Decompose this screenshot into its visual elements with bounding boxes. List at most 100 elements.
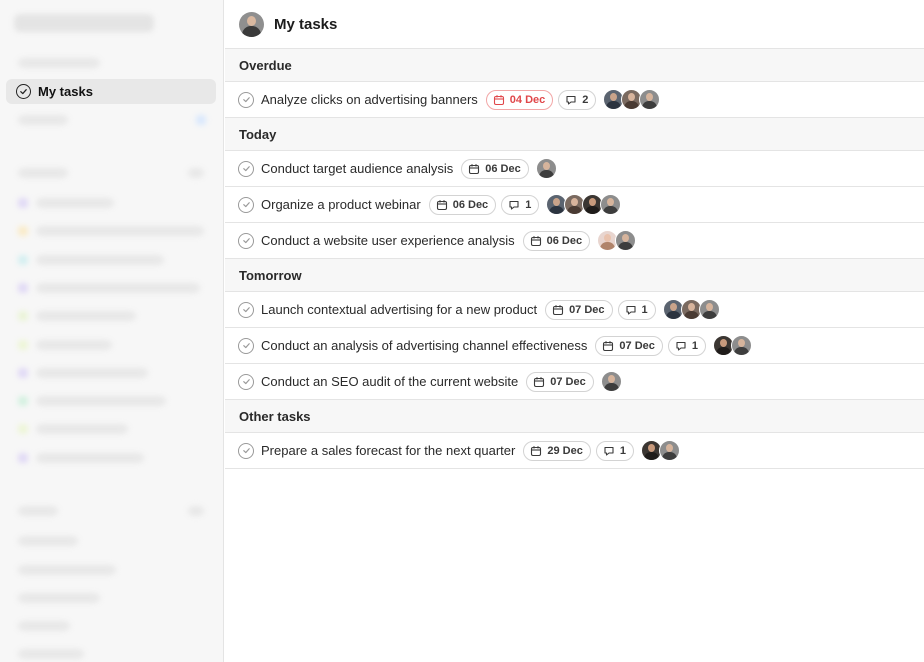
comments-badge[interactable]: 1 bbox=[595, 440, 634, 461]
due-date-badge[interactable]: 07 Dec bbox=[595, 335, 663, 356]
due-date-badge[interactable]: 29 Dec bbox=[523, 440, 591, 461]
task-name[interactable]: Prepare a sales forecast for the next qu… bbox=[261, 443, 515, 458]
task-row[interactable]: Conduct an analysis of advertising chann… bbox=[225, 328, 924, 364]
section-header: Overdue bbox=[225, 49, 924, 82]
task-row[interactable]: Analyze clicks on advertising banners 04 … bbox=[225, 82, 924, 118]
assignee-avatars[interactable] bbox=[713, 335, 753, 356]
calendar-icon bbox=[493, 94, 505, 106]
project-dot-icon bbox=[18, 396, 28, 406]
task-name[interactable]: Analyze clicks on advertising banners bbox=[261, 92, 478, 107]
task-row[interactable]: Organize a product webinar 06 Dec 1 bbox=[225, 187, 924, 223]
sidebar-project[interactable] bbox=[36, 396, 166, 406]
sidebar-item[interactable] bbox=[18, 593, 100, 603]
assignee-avatar[interactable] bbox=[615, 230, 637, 251]
sidebar-item[interactable] bbox=[18, 58, 100, 68]
complete-task-checkbox-icon[interactable] bbox=[238, 442, 254, 459]
assignee-avatar[interactable] bbox=[639, 89, 661, 110]
add-icon[interactable] bbox=[188, 168, 204, 178]
assignee-avatars[interactable] bbox=[662, 299, 720, 320]
sidebar-project[interactable] bbox=[36, 198, 114, 208]
due-date-text: 07 Dec bbox=[619, 339, 655, 352]
due-date-badge[interactable]: 06 Dec bbox=[428, 194, 497, 215]
task-name[interactable]: Conduct a website user experience analys… bbox=[261, 233, 515, 248]
user-avatar[interactable] bbox=[239, 11, 264, 37]
comments-badge[interactable]: 1 bbox=[501, 194, 540, 215]
task-row[interactable]: Prepare a sales forecast for the next qu… bbox=[225, 433, 924, 469]
task-row[interactable]: Conduct a website user experience analys… bbox=[225, 223, 924, 259]
project-dot-icon bbox=[18, 453, 28, 463]
comment-count: 1 bbox=[641, 303, 648, 316]
section-header: Other tasks bbox=[225, 400, 924, 433]
assignee-avatar[interactable] bbox=[658, 440, 680, 461]
comment-icon bbox=[603, 445, 615, 457]
section-header: Today bbox=[225, 118, 924, 151]
assignee-avatar[interactable] bbox=[600, 371, 622, 392]
sidebar-item[interactable] bbox=[18, 536, 78, 546]
due-date-text: 07 Dec bbox=[569, 303, 605, 316]
sidebar-project[interactable] bbox=[36, 283, 200, 293]
sidebar-item[interactable] bbox=[18, 621, 70, 631]
task-row[interactable]: Launch contextual advertising for a new … bbox=[225, 292, 924, 328]
assignee-avatar[interactable] bbox=[731, 335, 753, 356]
complete-task-checkbox-icon[interactable] bbox=[238, 232, 254, 249]
complete-task-checkbox-icon[interactable] bbox=[238, 91, 254, 108]
due-date-badge[interactable]: 07 Dec bbox=[545, 299, 613, 320]
complete-task-checkbox-icon[interactable] bbox=[238, 373, 254, 390]
comment-icon bbox=[675, 340, 687, 352]
sidebar-project[interactable] bbox=[36, 340, 112, 350]
sidebar-item[interactable] bbox=[18, 565, 116, 575]
add-icon[interactable] bbox=[188, 506, 204, 516]
assignee-avatar[interactable] bbox=[535, 158, 557, 179]
sidebar-item[interactable] bbox=[18, 115, 68, 125]
sidebar-project[interactable] bbox=[36, 255, 164, 265]
sidebar-project[interactable] bbox=[36, 424, 128, 434]
calendar-icon bbox=[436, 199, 448, 211]
due-date-badge[interactable]: 04 Dec bbox=[485, 89, 554, 110]
due-date-badge[interactable]: 07 Dec bbox=[526, 371, 594, 392]
sidebar-project[interactable] bbox=[36, 453, 144, 463]
due-date-badge[interactable]: 06 Dec bbox=[522, 230, 591, 251]
due-date-text: 29 Dec bbox=[547, 444, 583, 457]
assignee-avatars[interactable] bbox=[546, 194, 622, 215]
task-name[interactable]: Conduct an SEO audit of the current webs… bbox=[261, 374, 518, 389]
workspace-switcher[interactable] bbox=[14, 14, 154, 32]
badge-icon bbox=[196, 115, 206, 125]
comments-badge[interactable]: 2 bbox=[558, 89, 597, 110]
due-date-badge[interactable]: 06 Dec bbox=[461, 158, 529, 179]
project-dot-icon bbox=[18, 198, 28, 208]
calendar-icon bbox=[602, 340, 614, 352]
assignee-avatars[interactable] bbox=[603, 89, 661, 110]
complete-task-checkbox-icon[interactable] bbox=[238, 301, 254, 318]
assignee-avatars[interactable] bbox=[597, 230, 637, 251]
assignee-avatars[interactable] bbox=[640, 440, 680, 461]
task-name[interactable]: Conduct an analysis of advertising chann… bbox=[261, 338, 587, 353]
sidebar-project[interactable] bbox=[36, 311, 136, 321]
page-header: My tasks bbox=[225, 0, 924, 49]
task-name[interactable]: Conduct target audience analysis bbox=[261, 161, 453, 176]
sidebar-item-my-tasks[interactable]: My tasks bbox=[6, 79, 216, 104]
sidebar-item[interactable] bbox=[18, 649, 84, 659]
assignee-avatar[interactable] bbox=[698, 299, 720, 320]
complete-task-checkbox-icon[interactable] bbox=[238, 337, 254, 354]
sidebar-project[interactable] bbox=[36, 368, 148, 378]
section-header: Tomorrow bbox=[225, 259, 924, 292]
comments-badge[interactable]: 1 bbox=[667, 335, 707, 356]
comments-badge[interactable]: 1 bbox=[617, 299, 656, 320]
sidebar-section-heading bbox=[18, 168, 68, 178]
complete-task-checkbox-icon[interactable] bbox=[238, 196, 254, 213]
task-name[interactable]: Organize a product webinar bbox=[261, 197, 421, 212]
complete-task-checkbox-icon[interactable] bbox=[238, 160, 254, 177]
project-dot-icon bbox=[18, 283, 28, 293]
assignee-avatar[interactable] bbox=[600, 194, 622, 215]
due-date-text: 07 Dec bbox=[550, 375, 586, 388]
assignee-avatars[interactable] bbox=[535, 158, 557, 179]
comment-icon bbox=[625, 304, 637, 316]
sidebar-item-label: My tasks bbox=[38, 84, 93, 99]
due-date-text: 04 Dec bbox=[509, 93, 546, 106]
task-name[interactable]: Launch contextual advertising for a new … bbox=[261, 302, 537, 317]
task-row[interactable]: Conduct an SEO audit of the current webs… bbox=[225, 364, 924, 400]
sidebar-project[interactable] bbox=[36, 226, 204, 236]
project-dot-icon bbox=[18, 226, 28, 236]
assignee-avatars[interactable] bbox=[600, 371, 622, 392]
task-row[interactable]: Conduct target audience analysis 06 Dec bbox=[225, 151, 924, 187]
